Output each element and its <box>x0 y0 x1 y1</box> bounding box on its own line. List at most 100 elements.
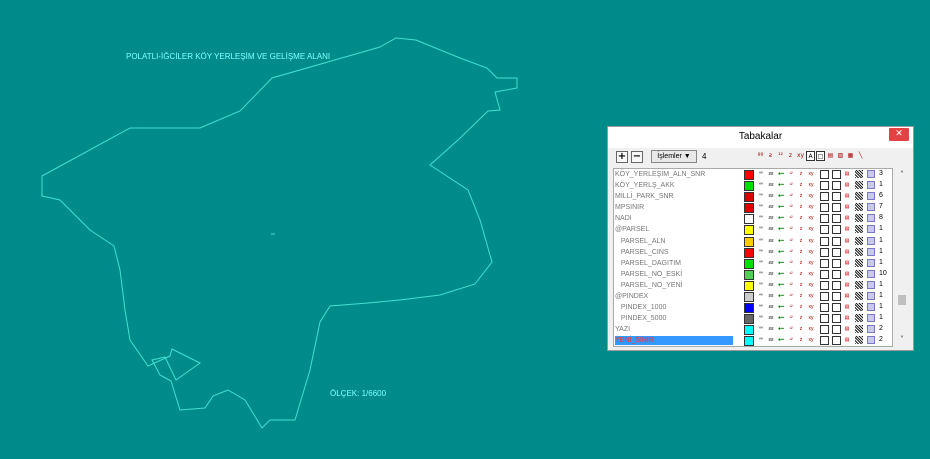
coordinate-icon[interactable]: xy <box>796 151 805 161</box>
sort-icon[interactable]: z <box>797 282 805 289</box>
hatch-icon[interactable] <box>855 214 863 223</box>
layer-name[interactable]: KÖY_YERLŞ_AKK <box>615 181 733 190</box>
frame-checkbox[interactable] <box>832 336 841 346</box>
text-checkbox[interactable] <box>820 192 829 202</box>
layer-color-swatch[interactable] <box>744 192 754 203</box>
layer-row[interactable]: PINDEX_1000 ºº ƨƨ ●━ ¹² z xy ▤ 1 <box>614 302 892 314</box>
hatch-icon[interactable] <box>855 325 863 334</box>
number-icon[interactable]: ¹² <box>787 238 795 245</box>
coordinate-icon[interactable]: xy <box>807 260 815 267</box>
coordinate-icon[interactable]: xy <box>807 337 815 344</box>
line-style-icon[interactable] <box>867 336 875 345</box>
lock-icon[interactable]: ƨƨ <box>767 171 775 178</box>
snap-icon[interactable]: ●━ <box>777 171 785 178</box>
sort-icon[interactable]: z <box>797 304 805 311</box>
panel-titlebar[interactable]: Tabakalar ✕ <box>608 127 913 148</box>
layer-color-swatch[interactable] <box>744 225 754 236</box>
layer-name[interactable]: PINDEX_5000 <box>615 314 733 323</box>
layer-row[interactable]: @PARSEL ºº ƨƨ ●━ ¹² z xy ▤ 1 <box>614 224 892 236</box>
snap-icon[interactable]: ●━ <box>777 304 785 311</box>
hatch-icon[interactable] <box>855 192 863 201</box>
coordinate-icon[interactable]: xy <box>807 315 815 322</box>
snap-icon[interactable]: ●━ <box>777 182 785 189</box>
line-style-icon[interactable] <box>867 225 875 234</box>
visibility-icon[interactable]: ºº <box>757 226 765 233</box>
coordinate-icon[interactable]: xy <box>807 282 815 289</box>
snap-icon[interactable]: ●━ <box>777 226 785 233</box>
hatch-icon[interactable] <box>855 269 863 278</box>
plus-icon[interactable]: + <box>616 151 628 163</box>
frame-checkbox[interactable] <box>832 269 841 279</box>
printer-icon[interactable]: ▤ <box>843 215 851 222</box>
lock-icon[interactable]: ƨƨ <box>767 204 775 211</box>
text-checkbox[interactable] <box>820 225 829 235</box>
layer-row[interactable]: PARSEL_NO_YENİ ºº ƨƨ ●━ ¹² z xy ▤ 1 <box>614 280 892 291</box>
sort-icon[interactable]: z <box>797 182 805 189</box>
line-style-icon[interactable] <box>867 247 875 256</box>
number-icon[interactable]: ¹² <box>787 204 795 211</box>
line-style-icon[interactable] <box>867 292 875 301</box>
layer-name[interactable]: PARSEL_ALN <box>615 237 733 246</box>
number-icon[interactable]: ¹² <box>787 271 795 278</box>
visibility-icon[interactable]: ºº <box>757 293 765 300</box>
operations-dropdown[interactable]: İşlemler ▼ <box>651 150 697 163</box>
frame-checkbox[interactable] <box>832 225 841 235</box>
layer-row[interactable]: KÖY_YERLŞ_AKK ºº ƨƨ ●━ ¹² z xy ▤ 1 <box>614 180 892 192</box>
sort-icon[interactable]: z <box>797 193 805 200</box>
snap-icon[interactable]: ●━ <box>777 215 785 222</box>
text-checkbox[interactable] <box>820 269 829 279</box>
sort-icon[interactable]: z <box>797 326 805 333</box>
coordinate-icon[interactable]: xy <box>807 249 815 256</box>
number-icon[interactable]: ¹² <box>787 337 795 344</box>
snap-icon[interactable]: ●━ <box>777 238 785 245</box>
hatch-icon[interactable] <box>855 336 863 345</box>
layer-row[interactable]: PARSEL_ALN ºº ƨƨ ●━ ¹² z xy ▤ 1 <box>614 236 892 247</box>
hatch-icon[interactable] <box>855 280 863 289</box>
snap-icon[interactable]: ●━ <box>777 282 785 289</box>
text-checkbox[interactable] <box>820 336 829 346</box>
coordinate-icon[interactable]: xy <box>807 293 815 300</box>
sort-icon[interactable]: z <box>797 260 805 267</box>
layer-row[interactable]: MİLLİ_PARK_SNR ºº ƨƨ ●━ ¹² z xy ▤ 6 <box>614 191 892 203</box>
scroll-down-icon[interactable]: ˅ <box>895 335 909 345</box>
close-icon[interactable]: ✕ <box>889 128 909 141</box>
lock-icon[interactable]: ƨƨ <box>767 315 775 322</box>
snap-icon[interactable]: ●━ <box>777 337 785 344</box>
visibility-icon[interactable]: ºº <box>757 326 765 333</box>
hatch-icon[interactable] <box>855 303 863 312</box>
number-icon[interactable]: ¹² <box>776 151 785 161</box>
line-style-icon[interactable] <box>867 203 875 212</box>
lock-icon[interactable]: ƨƨ <box>767 238 775 245</box>
printer-icon[interactable]: ▤ <box>843 249 851 256</box>
lock-icon[interactable]: ƨƨ <box>767 293 775 300</box>
layer-color-swatch[interactable] <box>744 258 754 269</box>
printer-icon[interactable]: ▤ <box>843 293 851 300</box>
printer-icon[interactable]: ▤ <box>843 271 851 278</box>
layer-color-swatch[interactable] <box>744 247 754 258</box>
number-icon[interactable]: ¹² <box>787 315 795 322</box>
layer-name[interactable]: PARSEL_NO_ESKİ <box>615 270 733 279</box>
printer-icon[interactable]: ▤ <box>843 182 851 189</box>
layer-name[interactable]: PARSEL_NO_YENİ <box>615 281 733 290</box>
visibility-icon[interactable]: ºº <box>757 260 765 267</box>
lock-icon[interactable]: ƨƨ <box>767 249 775 256</box>
frame-checkbox[interactable] <box>832 247 841 257</box>
layer-row[interactable]: PINDEX_5000 ºº ƨƨ ●━ ¹² z xy ▤ 1 <box>614 313 892 325</box>
coordinate-icon[interactable]: xy <box>807 304 815 311</box>
line-style-icon[interactable] <box>867 280 875 289</box>
layer-row[interactable]: YAZI ºº ƨƨ ●━ ¹² z xy ▤ 2 <box>614 324 892 336</box>
lock-icon[interactable]: ƨƨ <box>767 271 775 278</box>
printer-icon[interactable]: ▤ <box>826 151 835 161</box>
lock-icon[interactable]: ƨƨ <box>767 282 775 289</box>
lock-icon[interactable]: ƨƨ <box>767 326 775 333</box>
frame-checkbox[interactable] <box>832 181 841 191</box>
text-checkbox[interactable] <box>820 280 829 290</box>
layer-row[interactable]: @PINDEX ºº ƨƨ ●━ ¹² z xy ▤ 1 <box>614 291 892 303</box>
line-style-icon[interactable] <box>867 314 875 323</box>
visibility-icon[interactable]: ºº <box>757 182 765 189</box>
snap-icon[interactable]: ●━ <box>777 193 785 200</box>
layer-list[interactable]: KÖY_YERLEŞİM_ALN_SNR ºº ƨƨ ●━ ¹² z xy ▤ 3 KÖY_YER… <box>613 168 893 347</box>
coordinate-icon[interactable]: xy <box>807 182 815 189</box>
line-style-icon[interactable] <box>867 325 875 334</box>
layer-row[interactable]: YENİ_SINIR ºº ƨƨ ●━ ¹² z xy ▤ 2 <box>614 335 892 346</box>
